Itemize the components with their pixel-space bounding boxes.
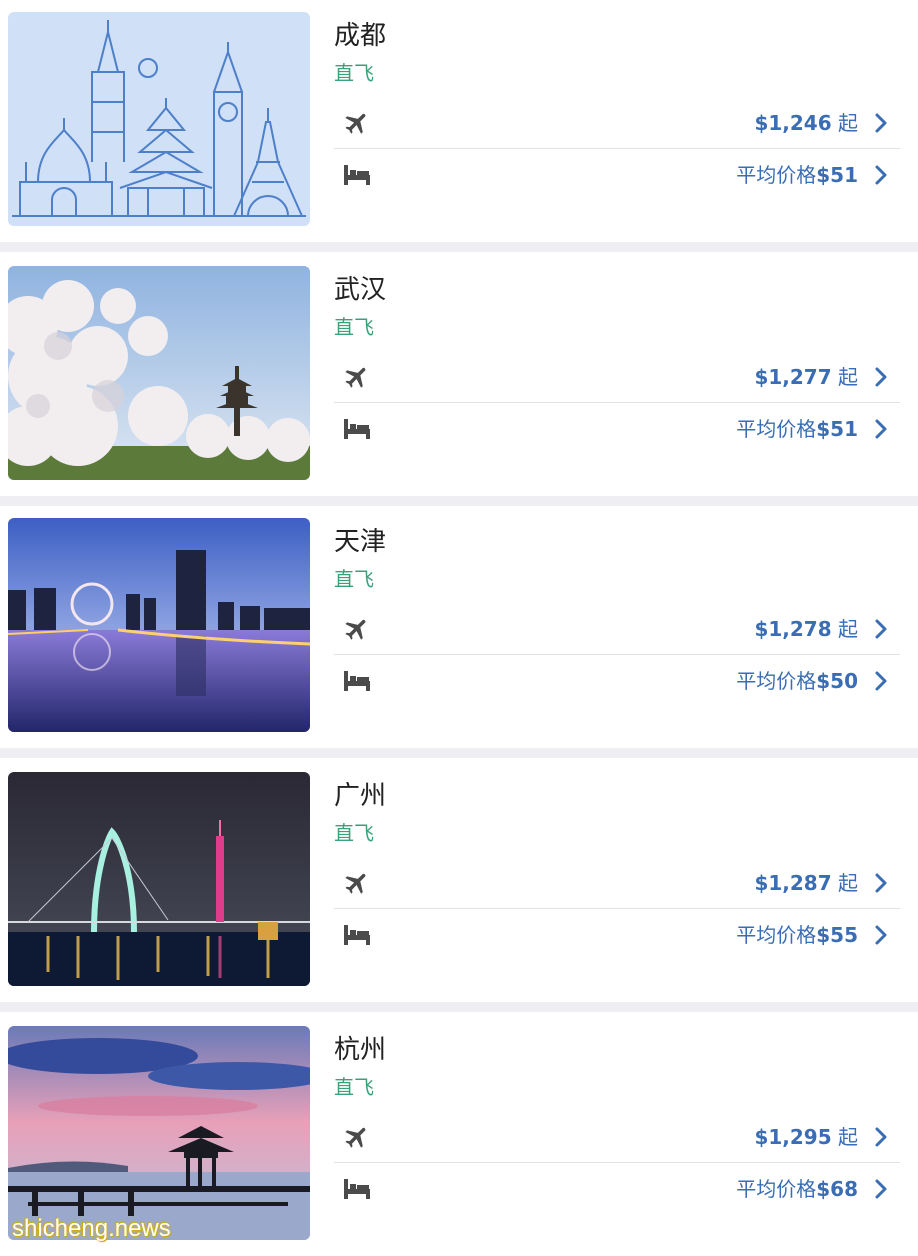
city-name: 武汉 [334,275,387,305]
chevron-right-icon [874,924,888,946]
destination-image-chengdu [8,12,310,226]
destination-image-tianjin [8,518,310,732]
flight-price: $1,295 起 [754,1125,858,1149]
destination-card-chengdu[interactable]: 成都 直飞 $1,246 起 平均价格$51 [0,0,918,242]
card-separator [0,748,918,758]
flight-price: $1,246 起 [754,111,858,135]
flight-price-row[interactable]: $1,278 起 [334,604,900,655]
city-name: 广州 [334,781,387,811]
direct-flight-tag: 直飞 [334,567,374,591]
flight-price-row[interactable]: $1,295 起 [334,1112,900,1163]
hotel-price-row[interactable]: 平均价格$51 [334,404,900,454]
destination-card-tianjin[interactable]: 天津 直飞 $1,278 起 平均价格$50 [0,506,918,748]
bed-icon [342,161,372,189]
chevron-right-icon [874,670,888,692]
airplane-icon [342,363,372,391]
flight-price: $1,278 起 [754,617,858,641]
hotel-price: 平均价格$50 [736,669,858,693]
direct-flight-tag: 直飞 [334,61,374,85]
card-separator [0,1002,918,1012]
bed-icon [342,921,372,949]
chevron-right-icon [874,164,888,186]
direct-flight-tag: 直飞 [334,821,374,845]
hotel-price-row[interactable]: 平均价格$68 [334,1164,900,1214]
hotel-price-row[interactable]: 平均价格$51 [334,150,900,200]
flight-price: $1,277 起 [754,365,858,389]
hotel-price: 平均价格$68 [736,1177,858,1201]
flight-price-row[interactable]: $1,246 起 [334,98,900,149]
city-name: 天津 [334,527,387,557]
watermark: shicheng.news [12,1215,171,1242]
destination-card-wuhan[interactable]: 武汉 直飞 $1,277 起 平均价格$51 [0,254,918,496]
direct-flight-tag: 直飞 [334,1075,374,1099]
hotel-price: 平均价格$51 [736,163,858,187]
bed-icon [342,415,372,443]
airplane-icon [342,109,372,137]
chevron-right-icon [874,1178,888,1200]
airplane-icon [342,1123,372,1151]
chevron-right-icon [874,872,888,894]
hotel-price: 平均价格$55 [736,923,858,947]
destination-image-wuhan [8,266,310,480]
flight-price-row[interactable]: $1,287 起 [334,858,900,909]
chevron-right-icon [874,618,888,640]
flight-price-row[interactable]: $1,277 起 [334,352,900,403]
airplane-icon [342,615,372,643]
chevron-right-icon [874,418,888,440]
hotel-price-row[interactable]: 平均价格$50 [334,656,900,706]
card-separator [0,242,918,252]
hotel-price-row[interactable]: 平均价格$55 [334,910,900,960]
bed-icon [342,667,372,695]
direct-flight-tag: 直飞 [334,315,374,339]
city-name: 杭州 [334,1035,387,1065]
card-separator [0,496,918,506]
destination-card-guangzhou[interactable]: 广州 直飞 $1,287 起 平均价格$55 [0,760,918,1002]
city-name: 成都 [334,21,387,51]
destination-image-hangzhou [8,1026,310,1240]
bed-icon [342,1175,372,1203]
chevron-right-icon [874,112,888,134]
airplane-icon [342,869,372,897]
chevron-right-icon [874,1126,888,1148]
flight-price: $1,287 起 [754,871,858,895]
destination-image-guangzhou [8,772,310,986]
chevron-right-icon [874,366,888,388]
hotel-price: 平均价格$51 [736,417,858,441]
